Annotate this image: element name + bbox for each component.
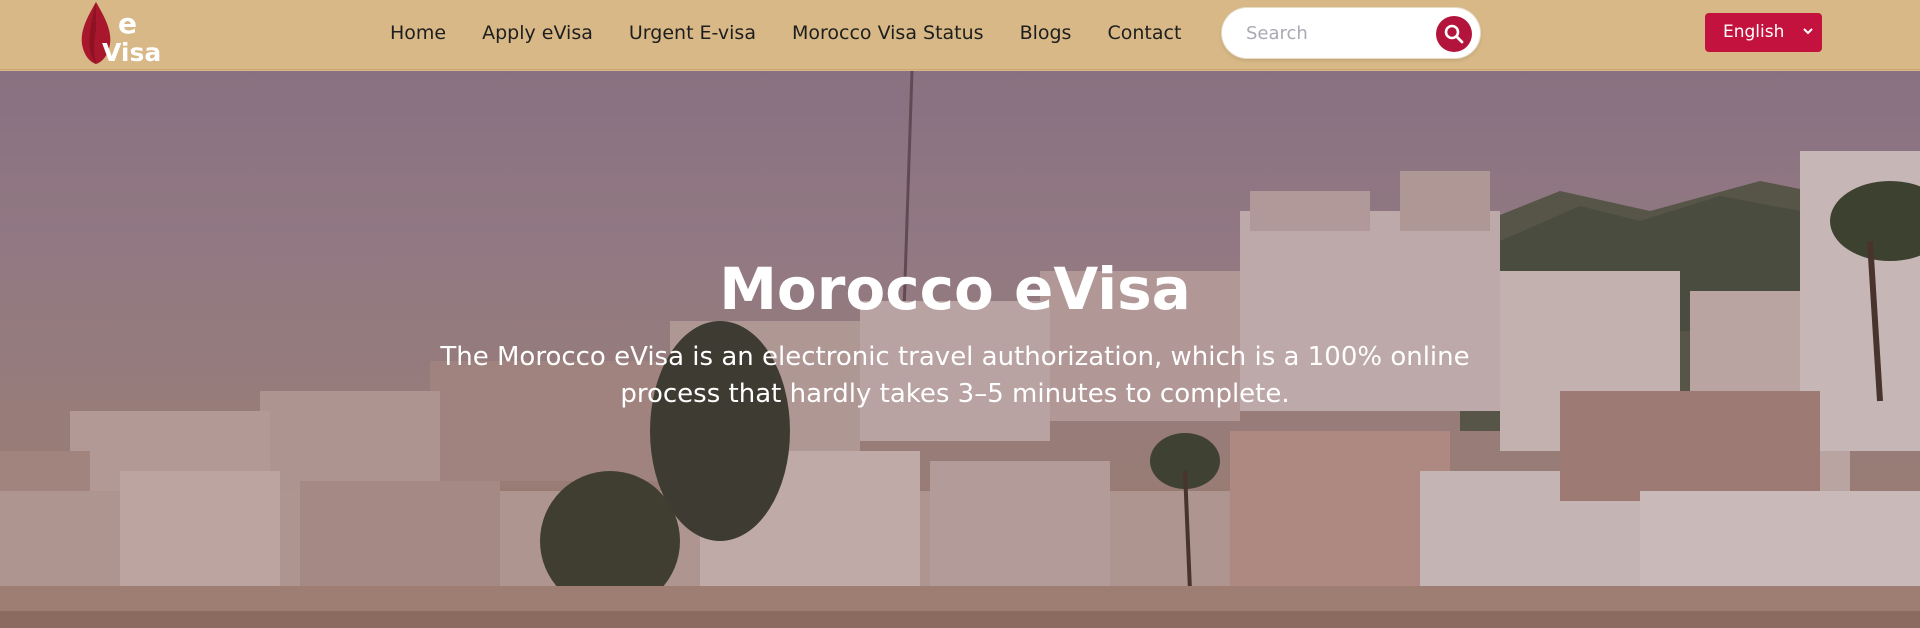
search-button[interactable] bbox=[1436, 16, 1472, 52]
nav-visa-status[interactable]: Morocco Visa Status bbox=[792, 20, 984, 46]
chevron-down-icon bbox=[1803, 28, 1813, 35]
hero-title: Morocco eVisa bbox=[719, 255, 1191, 323]
language-select[interactable]: English bbox=[1705, 13, 1822, 52]
nav-contact[interactable]: Contact bbox=[1107, 20, 1181, 46]
nav-urgent-evisa[interactable]: Urgent E-visa bbox=[629, 20, 756, 46]
logo-word: Visa bbox=[102, 38, 162, 67]
site-logo[interactable]: e Visa bbox=[78, 0, 170, 66]
hero-banner: Morocco eVisa The Morocco eVisa is an el… bbox=[0, 71, 1920, 628]
search-input[interactable] bbox=[1246, 8, 1416, 58]
site-header: e Visa Home Apply eVisa Urgent E-visa Mo… bbox=[0, 0, 1920, 70]
nav-blogs[interactable]: Blogs bbox=[1020, 20, 1072, 46]
main-nav: Home Apply eVisa Urgent E-visa Morocco V… bbox=[390, 20, 1181, 46]
logo-letter: e bbox=[118, 7, 137, 40]
hero-subtitle: The Morocco eVisa is an electronic trave… bbox=[440, 342, 1470, 409]
nav-home[interactable]: Home bbox=[390, 20, 446, 46]
search-box bbox=[1222, 8, 1480, 58]
nav-apply-evisa[interactable]: Apply eVisa bbox=[482, 20, 593, 46]
search-icon bbox=[1444, 24, 1464, 44]
language-selected: English bbox=[1723, 22, 1785, 42]
